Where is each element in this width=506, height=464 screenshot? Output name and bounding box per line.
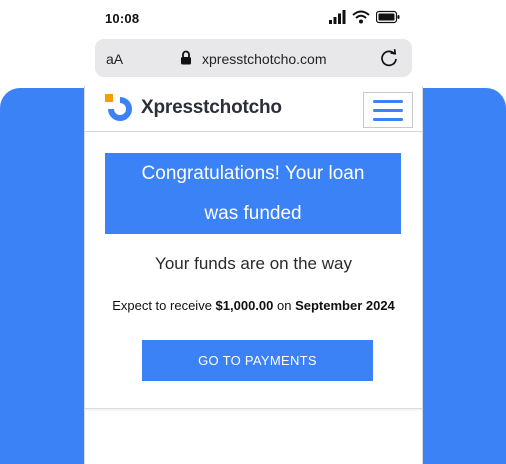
logo-icon[interactable]	[105, 94, 135, 124]
signal-icon	[329, 10, 346, 24]
reload-icon[interactable]	[379, 48, 399, 68]
expect-mid: on	[273, 298, 296, 313]
menu-bar	[373, 117, 403, 121]
go-to-payments-button[interactable]: GO TO PAYMENTS	[142, 340, 373, 381]
menu-bar	[373, 108, 403, 112]
browser-address-bar[interactable]: aA xpresstchotcho.com	[95, 39, 412, 77]
expected-date: September 2024	[295, 298, 395, 313]
app-screen: Xpresstchotcho Congratulations! Your loa…	[84, 86, 423, 464]
wifi-icon	[352, 10, 370, 24]
expect-prefix: Expect to receive	[112, 298, 216, 313]
loan-amount: $1,000.00	[215, 298, 274, 313]
text-size-button[interactable]: aA	[106, 51, 123, 67]
headline-line-2: was funded	[204, 203, 302, 224]
success-banner: Congratulations! Your loan was funded	[105, 153, 401, 234]
status-bar: 10:08	[0, 0, 506, 38]
brand-name[interactable]: Xpresstchotcho	[141, 97, 282, 119]
menu-bar	[373, 99, 403, 103]
headline-line-1: Congratulations! Your loan	[141, 163, 365, 184]
status-time: 10:08	[105, 11, 140, 26]
hamburger-menu-icon[interactable]	[363, 92, 413, 128]
top-nav: Xpresstchotcho	[85, 86, 422, 132]
section-divider	[85, 408, 422, 412]
url-text[interactable]: xpresstchotcho.com	[202, 51, 327, 67]
status-icons	[329, 10, 400, 24]
lock-icon	[181, 50, 191, 65]
expected-funds-text: Expect to receive $1,000.00 on September…	[85, 298, 422, 313]
subtitle: Your funds are on the way	[155, 254, 352, 273]
battery-icon	[376, 10, 400, 24]
